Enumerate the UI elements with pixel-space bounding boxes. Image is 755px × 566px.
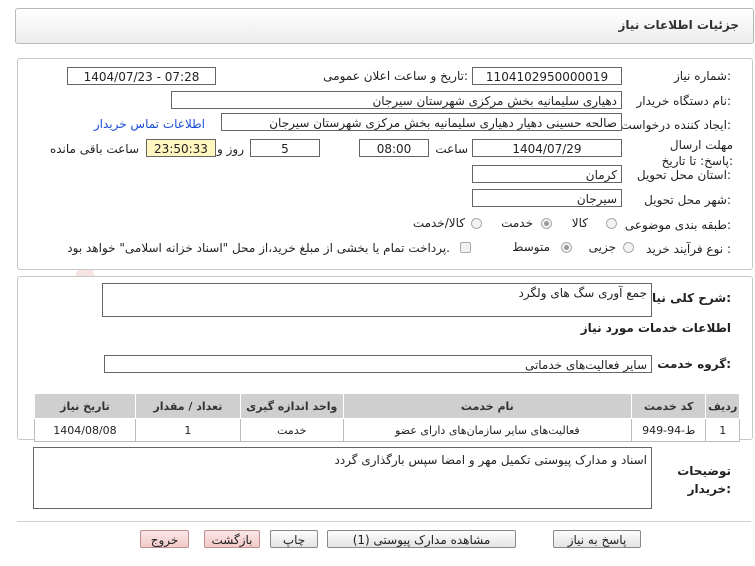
need-number-label: شماره نیاز:: [673, 69, 731, 83]
process-label: نوع فرآیند خرید :: [646, 242, 731, 256]
buyer-notes-label: توضیحات خریدار:: [677, 464, 731, 496]
table-row[interactable]: 1 ط-94-949 فعالیت‌های سایر سازمان‌های دا…: [34, 418, 740, 442]
buyer-org-field[interactable]: دهیاری سلیمانیه بخش مرکزی شهرستان سیرجان: [171, 91, 622, 109]
description-label: شرح کلی نیاز:: [645, 291, 731, 305]
deadline-label: مهلت ارسال پاسخ: تا تاریخ:: [661, 138, 733, 168]
treasury-note: پرداخت تمام یا بخشی از مبلغ خرید،از محل …: [67, 241, 450, 255]
col-quantity: تعداد / مقدار: [134, 393, 241, 419]
category-radio-goods-service[interactable]: [471, 218, 482, 229]
cell-row: 1: [705, 418, 740, 442]
services-section-title: اطلاعات خدمات مورد نیاز: [580, 321, 731, 335]
cell-service-code: ط-94-949: [631, 418, 707, 442]
services-table: ردیف کد خدمت نام خدمت واحد اندازه گیری ت…: [34, 393, 740, 442]
col-service-name: نام خدمت: [342, 393, 633, 419]
contact-info-link[interactable]: اطلاعات تماس خریدار: [94, 117, 205, 131]
process-radio-medium[interactable]: [561, 242, 572, 253]
deadline-time-label: ساعت: [435, 142, 468, 156]
province-label: استان محل تحویل:: [636, 168, 731, 182]
back-button[interactable]: بازگشت: [204, 530, 260, 548]
creator-label: ایجاد کننده درخواست:: [620, 118, 731, 132]
days-label: روز و: [217, 142, 244, 156]
remaining-time-field: 23:50:33: [146, 139, 216, 157]
window-title: جزئیات اطلاعات نیاز: [618, 18, 739, 32]
deadline-time-field[interactable]: 08:00: [359, 139, 429, 157]
footer-divider: [17, 521, 751, 522]
deadline-date-field[interactable]: 1404/07/29: [472, 139, 622, 157]
announce-label: تاریخ و ساعت اعلان عمومی:: [323, 69, 468, 83]
print-button[interactable]: چاپ: [270, 530, 318, 548]
reply-button[interactable]: پاسخ به نیاز: [553, 530, 641, 548]
category-radio-goods[interactable]: [606, 218, 617, 229]
description-textarea[interactable]: جمع آوری سگ های ولگرد: [102, 283, 652, 317]
category-radio-service[interactable]: [541, 218, 552, 229]
col-row: ردیف: [705, 393, 740, 419]
days-field[interactable]: 5: [250, 139, 320, 157]
window-titlebar: جزئیات اطلاعات نیاز: [15, 8, 754, 44]
need-number-field[interactable]: 1104102950000019: [472, 67, 622, 85]
creator-field[interactable]: صالحه حسینی دهیار دهیاری سلیمانیه بخش مر…: [221, 113, 622, 131]
exit-button[interactable]: خروج: [140, 530, 189, 548]
category-label: طبقه بندی موضوعی:: [624, 218, 731, 232]
service-group-field[interactable]: سایر فعالیت‌های خدماتی: [104, 355, 652, 373]
service-group-label: گروه خدمت:: [657, 357, 731, 371]
process-option-medium: متوسط: [512, 240, 550, 254]
city-field[interactable]: سیرجان: [472, 189, 622, 207]
view-attachments-button[interactable]: مشاهده مدارک پیوستی (1): [327, 530, 516, 548]
announce-datetime-field[interactable]: 1404/07/23 - 07:28: [67, 67, 216, 85]
category-option-goods: کالا: [571, 216, 588, 230]
process-radio-minor[interactable]: [623, 242, 634, 253]
remaining-label: ساعت باقی مانده: [49, 142, 139, 156]
process-option-minor: جزیی: [588, 240, 616, 254]
col-unit: واحد اندازه گیری: [239, 393, 344, 419]
buyer-notes-textarea[interactable]: اسناد و مدارک پیوستی تکمیل مهر و امضا سپ…: [33, 447, 652, 509]
col-service-code: کد خدمت: [631, 393, 707, 419]
buyer-org-label: نام دستگاه خریدار:: [636, 94, 732, 108]
col-need-date: تاریخ نیاز: [34, 393, 136, 419]
city-label: شهر محل تحویل:: [644, 193, 731, 207]
treasury-checkbox[interactable]: [460, 242, 471, 253]
province-field[interactable]: کرمان: [472, 165, 622, 183]
cell-unit: خدمت: [239, 418, 344, 442]
category-option-service: خدمت: [501, 216, 533, 230]
cell-need-date: 1404/08/08: [34, 418, 136, 442]
cell-service-name: فعالیت‌های سایر سازمان‌های دارای عضو: [342, 418, 633, 442]
table-header-row: ردیف کد خدمت نام خدمت واحد اندازه گیری ت…: [34, 393, 740, 419]
category-option-goods-service: کالا/خدمت: [412, 216, 465, 230]
cell-quantity: 1: [134, 418, 241, 442]
